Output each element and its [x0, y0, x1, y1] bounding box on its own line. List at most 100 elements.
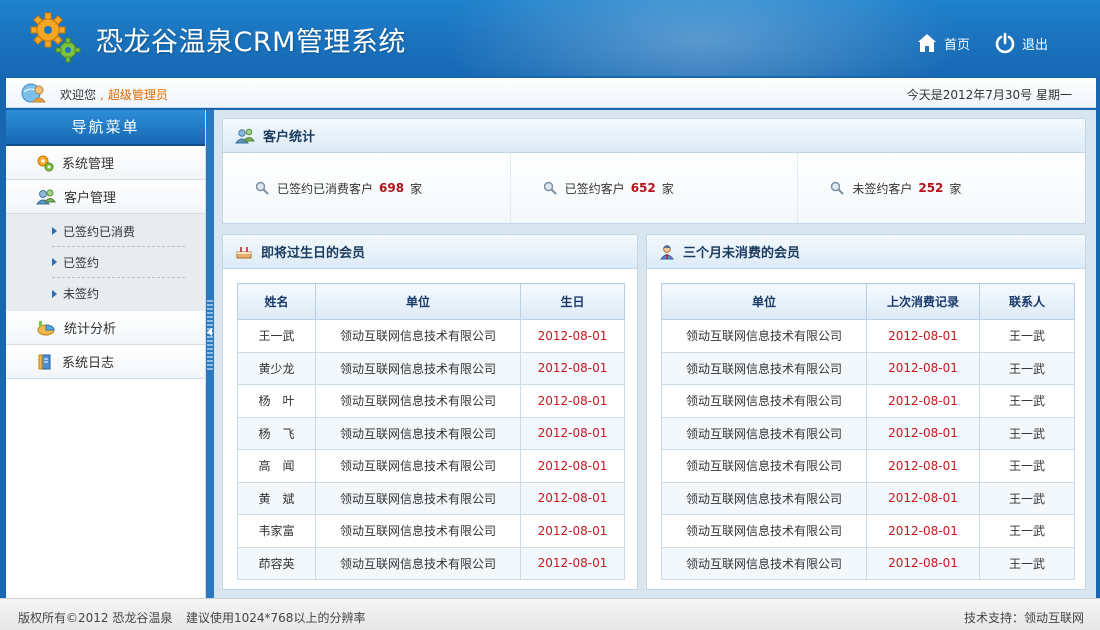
stat-value: 652 — [630, 181, 656, 195]
table-cell: 2012-08-01 — [866, 514, 980, 548]
sidebar-title: 导航菜单 — [6, 110, 205, 146]
magnifier-icon — [255, 181, 269, 195]
table-row[interactable]: 高 闻领动互联网信息技术有限公司 2012-08-01 — [237, 449, 625, 483]
table-row[interactable]: 领动互联网信息技术有限公司 2012-08-01 王一武 — [661, 449, 1075, 483]
submenu-item-unsigned[interactable]: 未签约 — [52, 278, 185, 309]
stat-signed: 已签约客户 652 家 — [510, 153, 799, 223]
table-row[interactable]: 领动互联网信息技术有限公司 2012-08-01 王一武 — [661, 319, 1075, 353]
stat-value: 698 — [379, 181, 405, 195]
arrow-right-icon — [52, 227, 57, 235]
column-header[interactable]: 上次消费记录 — [866, 283, 980, 320]
table-cell: 2012-08-01 — [866, 351, 980, 385]
birthday-table: 姓名 单位 生日 王一武 领动互联网信息技术有限公司 2012-08-01 黄少龙 领动… — [237, 283, 625, 580]
sidebar-item-statistics[interactable]: 统计分析 — [6, 311, 205, 345]
today-date: 今天是2012年7月30号 星期一 — [906, 88, 1072, 102]
stat-unit: 家 — [949, 181, 962, 196]
home-link[interactable]: 首页 — [916, 30, 970, 56]
status-bar: 欢迎您, 超级管理员 今天是2012年7月30号 星期一 — [0, 76, 1100, 110]
table-row[interactable]: 韦家富 领动互联网信息技术有限公司 2012-08-01 — [237, 514, 625, 548]
column-header[interactable]: 联系人 — [979, 283, 1075, 320]
current-user: 超级管理员 — [107, 88, 168, 102]
table-cell: 杨 叶 — [237, 384, 316, 418]
panel-title: 三个月未消费的会员 — [683, 246, 801, 261]
birthday-members-panel: 即将过生日的会员 姓名 单位 生日 王一武 领动互联网信息技术有限公司 2012-0… — [222, 234, 638, 590]
main-content: 客户统计 已签约已消费客户 698 家 已签约客户 652 家 未签约客户 25… — [214, 110, 1096, 598]
app-header: 恐龙谷温泉CRM管理系统 首页 退出 — [0, 0, 1100, 76]
table-cell: 2012-08-01 — [520, 384, 625, 418]
logout-link[interactable]: 退出 — [994, 30, 1048, 56]
table-row[interactable]: 领动互联网信息技术有限公司 2012-08-01 王一武 — [661, 384, 1075, 418]
table-cell: 王一武 — [979, 514, 1075, 548]
table-row[interactable]: 领动互联网信息技术有限公司 2012-08-01 王一武 — [661, 416, 1075, 450]
inactive-members-panel: 三个月未消费的会员 单位 上次消费记录 联系人 领动互联网信息技术有限公司 201… — [646, 234, 1086, 590]
table-row[interactable]: 领动互联网信息技术有限公司 2012-08-01 王一武 — [661, 546, 1075, 580]
logout-label: 退出 — [1022, 37, 1049, 53]
submenu-item-signed[interactable]: 已签约 — [52, 247, 185, 278]
chart-icon — [37, 320, 55, 335]
column-header[interactable]: 生日 — [520, 283, 625, 320]
power-icon — [995, 32, 1015, 54]
collapse-arrow-icon[interactable] — [207, 328, 212, 336]
table-cell: 2012-08-01 — [520, 546, 625, 580]
table-cell: 领动互联网信息技术有限公司 — [315, 319, 521, 353]
users-icon — [235, 128, 255, 143]
footer: 版权所有©2012 恐龙谷温泉 建议使用1024*768以上的分辨率 技术支持：… — [0, 598, 1100, 630]
column-header[interactable]: 姓名 — [237, 283, 316, 320]
table-row[interactable]: 茚容英 领动互联网信息技术有限公司 2012-08-01 — [237, 546, 625, 580]
table-row[interactable]: 领动互联网信息技术有限公司 2012-08-01 王一武 — [661, 481, 1075, 515]
table-cell: 领动互联网信息技术有限公司 — [315, 546, 521, 580]
table-cell: 2012-08-01 — [866, 416, 980, 450]
table-cell: 领动互联网信息技术有限公司 — [661, 514, 867, 548]
table-row[interactable]: 领动互联网信息技术有限公司 2012-08-01 王一武 — [661, 351, 1075, 385]
stat-signed-consumed: 已签约已消费客户 698 家 — [223, 153, 511, 223]
table-cell: 2012-08-01 — [866, 319, 980, 353]
submenu-item-signed-consumed[interactable]: 已签约已消费 — [52, 216, 185, 247]
table-cell: 2012-08-01 — [520, 319, 625, 353]
app-title: 恐龙谷温泉CRM管理系统 — [96, 27, 406, 58]
panel-header: 即将过生日的会员 — [223, 235, 637, 269]
table-cell: 领动互联网信息技术有限公司 — [315, 384, 521, 418]
column-header[interactable]: 单位 — [661, 283, 867, 320]
table-cell: 王一武 — [979, 351, 1075, 385]
table-cell: 韦家富 — [237, 514, 316, 548]
inactive-table: 单位 上次消费记录 联系人 领动互联网信息技术有限公司 2012-08-01 王一武… — [661, 283, 1075, 580]
table-row[interactable]: 杨 叶领动互联网信息技术有限公司 2012-08-01 — [237, 384, 625, 418]
table-cell: 领动互联网信息技术有限公司 — [661, 481, 867, 515]
table-cell: 王一武 — [237, 319, 316, 353]
table-row[interactable]: 杨 飞领动互联网信息技术有限公司 2012-08-01 — [237, 416, 625, 450]
table-row[interactable]: 黄少龙 领动互联网信息技术有限公司 2012-08-01 — [237, 351, 625, 385]
table-row[interactable]: 王一武 领动互联网信息技术有限公司 2012-08-01 — [237, 319, 625, 353]
sidebar-item-system[interactable]: 系统管理 — [6, 146, 205, 180]
welcome-separator: , — [100, 88, 104, 102]
table-cell: 王一武 — [979, 384, 1075, 418]
table-cell: 黄 斌 — [237, 481, 316, 515]
gears-logo-icon — [30, 12, 81, 63]
arrow-right-icon — [52, 289, 57, 298]
home-icon — [918, 34, 936, 52]
panel-header: 三个月未消费的会员 — [647, 235, 1085, 269]
cake-icon — [236, 246, 252, 258]
sidebar-splitter[interactable] — [206, 110, 214, 598]
sidebar-item-logs[interactable]: 系统日志 — [6, 345, 205, 379]
table-cell: 王一武 — [979, 449, 1075, 483]
table-cell: 领动互联网信息技术有限公司 — [315, 449, 521, 483]
sidebar-item-customers[interactable]: 客户管理 — [6, 180, 205, 214]
table-cell: 2012-08-01 — [520, 481, 625, 515]
column-header[interactable]: 单位 — [315, 283, 521, 320]
sidebar: 导航菜单 系统管理 客户管理 已签约已消费 已签约 未签约 统计分析 系统日志 — [6, 110, 206, 598]
gears-icon — [37, 155, 54, 171]
stat-label: 已签约客户 — [564, 181, 625, 196]
table-cell: 领动互联网信息技术有限公司 — [661, 319, 867, 353]
welcome-text: 欢迎您, 超级管理员 — [60, 86, 168, 103]
table-cell: 2012-08-01 — [866, 449, 980, 483]
stat-label: 未签约客户 — [852, 181, 913, 196]
stat-unit: 家 — [661, 181, 674, 196]
table-row[interactable]: 领动互联网信息技术有限公司 2012-08-01 王一武 — [661, 514, 1075, 548]
header-glow — [420, 0, 980, 76]
table-cell: 2012-08-01 — [866, 546, 980, 580]
right-frame-border — [1096, 110, 1100, 598]
customer-submenu: 已签约已消费 已签约 未签约 — [6, 214, 205, 311]
table-cell: 王一武 — [979, 481, 1075, 515]
table-row[interactable]: 黄 斌领动互联网信息技术有限公司 2012-08-01 — [237, 481, 625, 515]
arrow-right-icon — [52, 258, 57, 266]
